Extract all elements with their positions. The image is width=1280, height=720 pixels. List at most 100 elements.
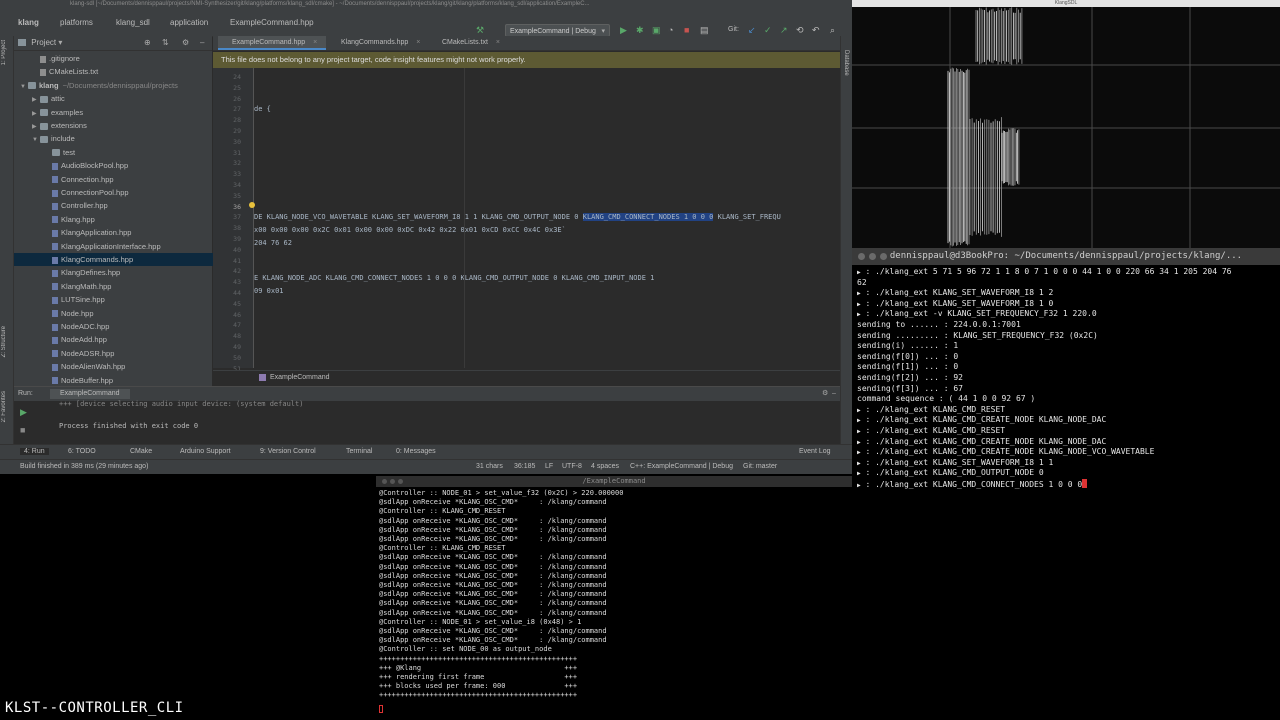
gear-icon[interactable]: ⚙ <box>822 387 828 401</box>
breadcrumb-file[interactable]: ExampleCommand.hpp <box>230 18 314 27</box>
tree-item[interactable]: LUTSine.hpp <box>14 293 242 306</box>
status-position[interactable]: 36:185 <box>514 463 535 470</box>
tree-item[interactable]: ▼ include <box>14 132 230 145</box>
tree-item[interactable]: NodeAdd.hpp <box>14 333 242 346</box>
tree-item[interactable]: NodeADC.hpp <box>14 320 242 333</box>
tree-item[interactable]: KlangMath.hpp <box>14 280 242 293</box>
line-number: 31 <box>233 148 241 157</box>
tool-tab-favorites[interactable]: 2: Favorites <box>1 391 7 422</box>
chevron-down-icon[interactable]: ▾ <box>58 38 62 47</box>
history-icon[interactable]: ⟲ <box>796 25 804 35</box>
minimize-window-button[interactable] <box>869 253 876 260</box>
close-window-button[interactable] <box>858 253 865 260</box>
tool-tab-event-log[interactable]: Event Log <box>799 448 831 455</box>
run-output-line: +++ [device selecting audio input device… <box>59 400 304 408</box>
breadcrumb-application[interactable]: application <box>170 18 208 27</box>
tab-cmakelists[interactable]: CMakeLists.txt × <box>428 36 542 50</box>
tool-tab-cmake[interactable]: CMake <box>130 448 152 455</box>
terminal-window[interactable]: dennisppaul@d3BookPro: ~/Documents/denni… <box>852 248 1280 492</box>
tree-item[interactable]: NodeADSR.hpp <box>14 347 242 360</box>
status-line-ending[interactable]: LF <box>545 463 553 470</box>
stop-icon[interactable]: ■ <box>684 25 689 35</box>
tree-item[interactable]: ▶ examples <box>14 106 230 119</box>
tool-tab-arduino[interactable]: Arduino Support <box>180 448 231 455</box>
stop-icon[interactable]: ■ <box>20 425 25 435</box>
status-encoding[interactable]: UTF-8 <box>562 463 582 470</box>
tree-item[interactable]: ConnectionPool.hpp <box>14 186 242 199</box>
tool-tab-structure[interactable]: Z: Structure <box>1 326 7 357</box>
tree-item[interactable]: KlangApplication.hpp <box>14 226 242 239</box>
tree-item[interactable]: KlangDefines.hpp <box>14 266 242 279</box>
tree-item-label: KlangCommands.hpp <box>61 255 134 264</box>
tree-item[interactable]: AudioBlockPool.hpp <box>14 159 242 172</box>
gear-icon[interactable]: ⚙ <box>182 36 189 50</box>
tab-label: ExampleCommand.hpp <box>232 39 306 46</box>
git-update-icon[interactable]: ↙ <box>748 25 756 35</box>
git-push-icon[interactable]: ↗ <box>780 25 788 35</box>
tree-item[interactable]: ▼ klang ~/Documents/dennisppaul/projects <box>14 79 218 92</box>
zoom-window-button[interactable] <box>880 253 887 260</box>
layout-icon[interactable]: ▤ <box>700 25 709 35</box>
tool-tab-run[interactable]: 4: Run <box>20 448 49 455</box>
hide-icon[interactable]: – <box>832 387 836 401</box>
close-icon[interactable]: × <box>313 39 317 46</box>
breadcrumb-klang-sdl[interactable]: klang_sdl <box>116 18 150 27</box>
file-icon <box>52 336 58 344</box>
close-window-button[interactable] <box>382 479 387 484</box>
run-tab[interactable]: ExampleCommand <box>50 389 130 399</box>
lightbulb-icon[interactable] <box>249 202 255 208</box>
tree-item[interactable]: KlangCommands.hpp <box>14 253 242 266</box>
breadcrumb-platforms[interactable]: platforms <box>60 18 93 27</box>
status-context[interactable]: C++: ExampleCommand | Debug <box>630 463 733 470</box>
close-icon[interactable]: × <box>496 39 500 46</box>
line-number: 42 <box>233 267 241 276</box>
git-commit-icon[interactable]: ✓ <box>764 25 772 35</box>
tree-item[interactable]: Connection.hpp <box>14 173 242 186</box>
tool-tab-todo[interactable]: 6: TODO <box>68 448 96 455</box>
build-hammer-icon[interactable]: ⚒ <box>476 25 484 35</box>
status-indent[interactable]: 4 spaces <box>591 463 619 470</box>
collapse-icon[interactable]: ⇅ <box>162 36 169 50</box>
tree-item[interactable]: Controller.hpp <box>14 199 242 212</box>
close-icon[interactable]: × <box>416 39 420 46</box>
status-git-branch[interactable]: Git: master <box>743 463 777 470</box>
search-icon[interactable]: ⌕ <box>830 25 835 35</box>
target-icon[interactable]: ⊕ <box>144 36 151 50</box>
tree-item[interactable]: .gitignore <box>14 52 230 65</box>
hide-icon[interactable]: – <box>200 36 204 50</box>
tool-tab-version-control[interactable]: 9: Version Control <box>260 448 316 455</box>
run-icon[interactable]: ▶ <box>620 25 627 35</box>
code-editor[interactable]: de { DE KLANG_NODE_VCO_WAVETABLE KLANG_S… <box>254 68 840 368</box>
tree-item[interactable]: CMakeLists.txt <box>14 65 230 78</box>
controller-terminal[interactable]: /ExampleCommand @Controller :: NODE_01 >… <box>376 476 852 720</box>
render-title-bar: KlangSDL <box>852 0 1280 7</box>
tree-item-label: CMakeLists.txt <box>49 67 99 77</box>
tool-tab-messages[interactable]: 0: Messages <box>396 448 436 455</box>
rerun-icon[interactable]: ▶ <box>20 407 27 418</box>
terminal-line: command sequence : ( 44 1 0 0 92 67 ) <box>857 394 1035 405</box>
tree-item-label: examples <box>51 107 84 117</box>
tab-klang-commands[interactable]: KlangCommands.hpp × <box>327 36 441 50</box>
debug-icon[interactable]: ✱ <box>636 25 644 35</box>
coverage-icon[interactable]: ▣ <box>652 25 661 35</box>
tree-item[interactable]: Node.hpp <box>14 307 242 320</box>
profile-icon[interactable]: ◔ <box>668 25 673 35</box>
tree-item[interactable]: NodeBuffer.hpp <box>14 374 242 387</box>
minimize-window-button[interactable] <box>390 479 395 484</box>
tab-example-command[interactable]: ExampleCommand.hpp × <box>218 36 326 50</box>
zoom-window-button[interactable] <box>398 479 403 484</box>
revert-icon[interactable]: ↶ <box>812 25 820 35</box>
tree-item[interactable]: ▶ attic <box>14 92 230 105</box>
tree-item[interactable]: test <box>14 146 242 159</box>
editor-footer-label[interactable]: ExampleCommand <box>270 374 330 381</box>
tree-item[interactable]: ▶ extensions <box>14 119 230 132</box>
tool-tab-project[interactable]: 1: Project <box>1 40 7 65</box>
tool-tab-terminal[interactable]: Terminal <box>346 448 372 455</box>
project-header-label[interactable]: Project <box>31 38 56 47</box>
tool-tab-database[interactable]: Database <box>843 50 849 76</box>
terminal-title: dennisppaul@d3BookPro: ~/Documents/denni… <box>889 251 1243 261</box>
tree-item[interactable]: KlangApplicationInterface.hpp <box>14 240 242 253</box>
tree-item[interactable]: NodeAlienWah.hpp <box>14 360 242 373</box>
breadcrumb-klang[interactable]: klang <box>18 18 39 27</box>
tree-item[interactable]: Klang.hpp <box>14 213 242 226</box>
